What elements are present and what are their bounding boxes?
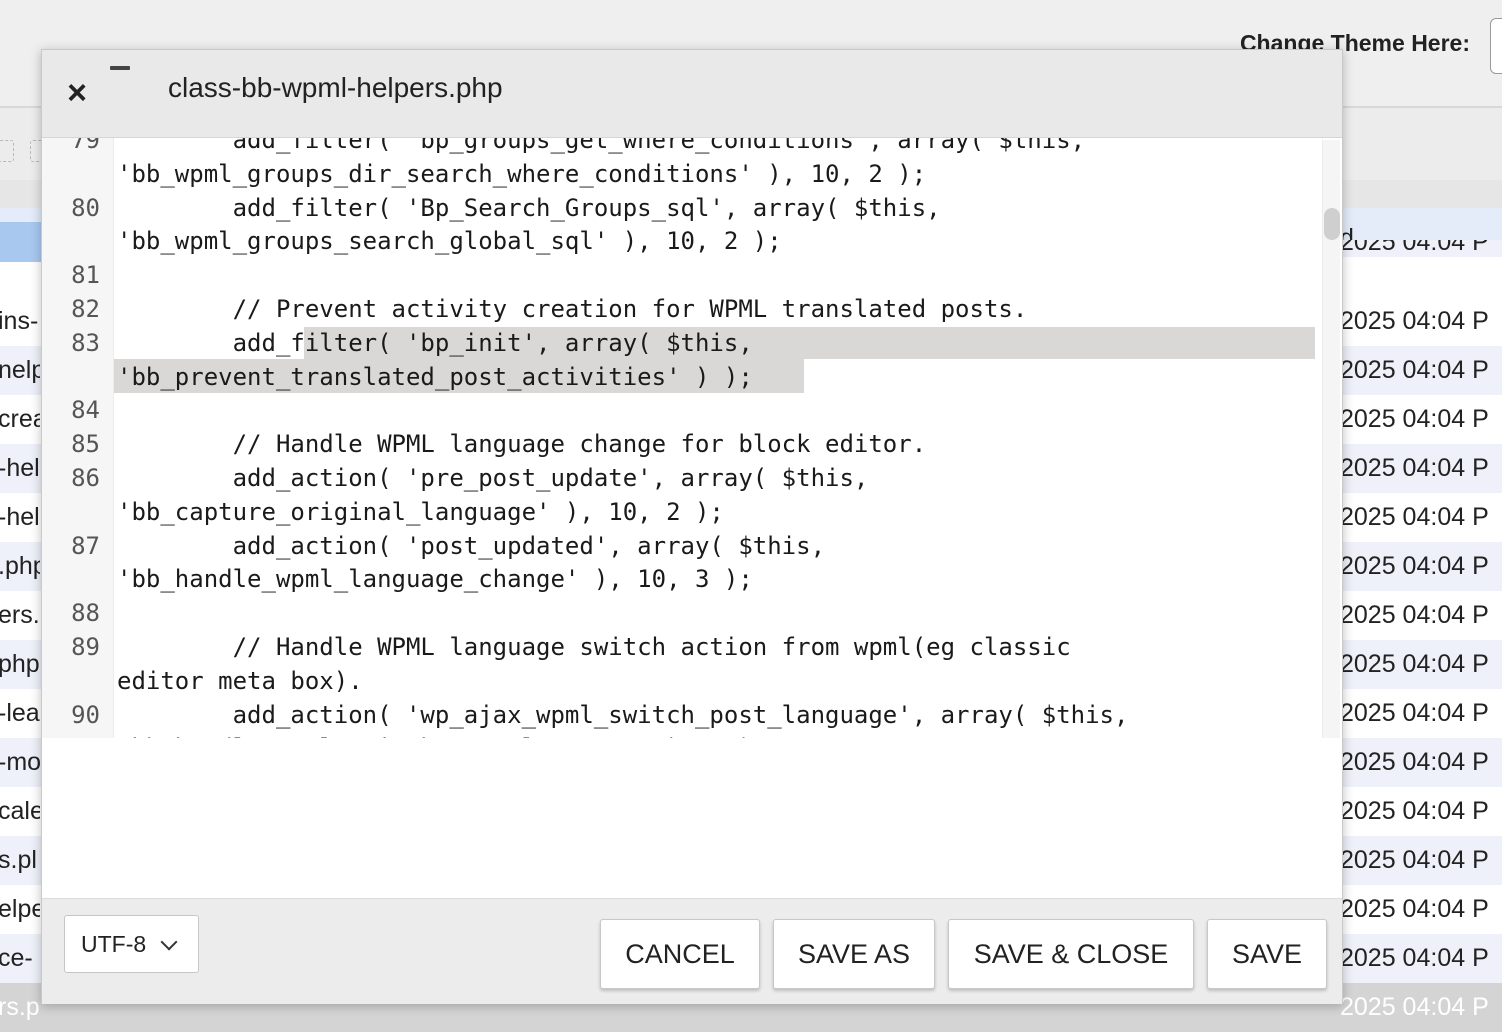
line-text: add_action( 'pre_post_update', array( $t… (117, 464, 869, 492)
file-date: 2025 04:04 P (1340, 699, 1489, 727)
line-text: 'bb_wpml_groups_dir_search_where_conditi… (117, 159, 927, 188)
code-line: 82 // Prevent activity creation for WPML… (42, 295, 1320, 329)
file-date: 2025 04:04 P (1340, 356, 1489, 384)
code-line: 84 (42, 396, 1320, 430)
line-text: // Handle WPML language switch action fr… (117, 633, 1071, 661)
encoding-select[interactable]: UTF-8 (64, 915, 199, 973)
file-name: s.pl (0, 846, 37, 874)
file-date: 2025 04:04 P (1340, 240, 1489, 256)
file-date: 2025 04:04 P (1340, 797, 1489, 825)
file-name: ers. (0, 601, 40, 629)
line-number: 84 (71, 396, 100, 425)
code-line: 'bb_capture_original_language' ), 10, 2 … (42, 498, 1320, 532)
toolbar-icon[interactable] (0, 140, 14, 162)
line-text: 'bb_prevent_translated_post_activities' … (117, 362, 753, 391)
line-number: 85 (71, 430, 100, 459)
file-name: rs.p (0, 993, 40, 1021)
line-text: add_filter( 'Bp_Search_Groups_sql', arra… (117, 193, 941, 222)
line-number: 80 (71, 193, 100, 222)
theme-select[interactable] (1490, 18, 1502, 74)
encoding-value: UTF-8 (81, 931, 147, 957)
line-text: add_filter( 'bp_init', array( $this, (117, 328, 753, 357)
code-line: 'bb_wpml_groups_dir_search_where_conditi… (42, 160, 1320, 194)
file-date: 2025 04:04 P (1340, 993, 1489, 1021)
line-number: 89 (71, 633, 100, 661)
code-line: 81 (42, 261, 1320, 295)
file-name: php (0, 650, 40, 678)
file-name: ce- (0, 944, 33, 972)
line-text: add_action( 'wp_ajax_wpml_switch_post_la… (117, 700, 1129, 729)
line-number: 79 (71, 138, 100, 154)
column-header-accent (0, 222, 42, 262)
code-line: 79 add_filter( 'bp_groups_get_where_cond… (42, 138, 1320, 160)
file-date: 2025 04:04 P (1340, 405, 1489, 433)
code-line: 86 add_action( 'pre_post_update', array(… (42, 464, 1320, 498)
file-date: 2025 04:04 P (1340, 650, 1489, 678)
file-name: .php (0, 552, 40, 580)
line-text: // Handle WPML language change for block… (117, 430, 927, 459)
line-text: editor meta box). (117, 666, 363, 695)
line-text: 'bb_capture_original_language' ), 10, 2 … (117, 497, 724, 526)
code-line: 83 add_filter( 'bp_init', array( $this, (42, 329, 1320, 363)
file-name: ins- (0, 307, 39, 335)
file-date: 2025 04:04 P (1340, 552, 1489, 580)
code-line: 89 // Handle WPML language switch action… (42, 633, 1320, 667)
code-line: 'bb_wpml_groups_search_global_sql' ), 10… (42, 227, 1320, 261)
code-line: 'bb_prevent_translated_post_activities' … (42, 363, 1320, 397)
dialog-footer: UTF-8 CANCEL SAVE AS SAVE & CLOSE SAVE (42, 898, 1342, 1004)
file-name: cale (0, 797, 40, 825)
chevron-down-icon (160, 933, 178, 951)
line-text: add_filter( 'bp_groups_get_where_conditi… (117, 138, 1086, 154)
dialog-header: × class-bb-wpml-helpers.php (42, 50, 1342, 138)
line-number: 90 (71, 700, 100, 729)
file-name: nelp (0, 356, 40, 384)
line-number: 81 (71, 261, 100, 290)
file-date: 2025 04:04 P (1340, 503, 1489, 531)
line-number: 86 (71, 464, 100, 492)
line-text: add_action( 'post_updated', array( $this… (117, 531, 826, 560)
code-line: 85 // Handle WPML language change for bl… (42, 430, 1320, 464)
save-as-button[interactable]: SAVE AS (773, 919, 935, 989)
line-number: 82 (71, 295, 100, 323)
save-and-close-button[interactable]: SAVE & CLOSE (948, 919, 1194, 989)
file-name: -hel (0, 503, 40, 531)
file-name: -hel (0, 454, 40, 482)
code-editor-dialog: × class-bb-wpml-helpers.php 79 add_filte… (41, 49, 1343, 1004)
code-line: 80 add_filter( 'Bp_Search_Groups_sql', a… (42, 194, 1320, 228)
file-date: 2025 04:04 P (1340, 748, 1489, 776)
file-date: 2025 04:04 P (1340, 944, 1489, 972)
line-number: 87 (71, 531, 100, 560)
file-manager-app: Change Theme Here: dnci2025 04:04 Pins-2… (0, 0, 1502, 1032)
file-date: 2025 04:04 P (1340, 895, 1489, 923)
code-line: 'bb_handle_wpml_language_change' ), 10, … (42, 565, 1320, 599)
file-date: 2025 04:04 P (1340, 601, 1489, 629)
code-line: 'bb_handle_wpml_switch_post_language' ),… (42, 734, 1320, 738)
file-name: elpe (0, 895, 40, 923)
code-line: 87 add_action( 'post_updated', array( $t… (42, 532, 1320, 566)
close-icon[interactable]: × (62, 76, 92, 110)
save-button[interactable]: SAVE (1207, 919, 1327, 989)
editor-scrollbar-thumb[interactable] (1324, 208, 1340, 240)
line-text: 'bb_handle_wpml_language_change' ), 10, … (117, 565, 753, 594)
code-line: 88 (42, 599, 1320, 633)
file-name: crea (0, 405, 40, 433)
file-name: -lea (0, 699, 40, 727)
line-number: 83 (71, 328, 100, 357)
file-date: 2025 04:04 P (1340, 846, 1489, 874)
line-text: 'bb_wpml_groups_search_global_sql' ), 10… (117, 227, 782, 256)
cancel-button[interactable]: CANCEL (600, 919, 760, 989)
line-text: // Prevent activity creation for WPML tr… (117, 295, 1028, 323)
line-number: 88 (71, 599, 100, 628)
file-name: -mo (0, 748, 40, 776)
code-line: 90 add_action( 'wp_ajax_wpml_switch_post… (42, 701, 1320, 735)
file-date: 2025 04:04 P (1340, 454, 1489, 482)
dialog-title: class-bb-wpml-helpers.php (168, 72, 503, 103)
code-line: editor meta box). (42, 667, 1320, 701)
code-content[interactable]: 79 add_filter( 'bp_groups_get_where_cond… (42, 138, 1320, 738)
code-editor[interactable]: 79 add_filter( 'bp_groups_get_where_cond… (42, 138, 1342, 738)
file-date: 2025 04:04 P (1340, 307, 1489, 335)
line-text: 'bb_handle_wpml_switch_post_language' ),… (117, 734, 767, 738)
minimize-icon[interactable] (110, 66, 130, 70)
